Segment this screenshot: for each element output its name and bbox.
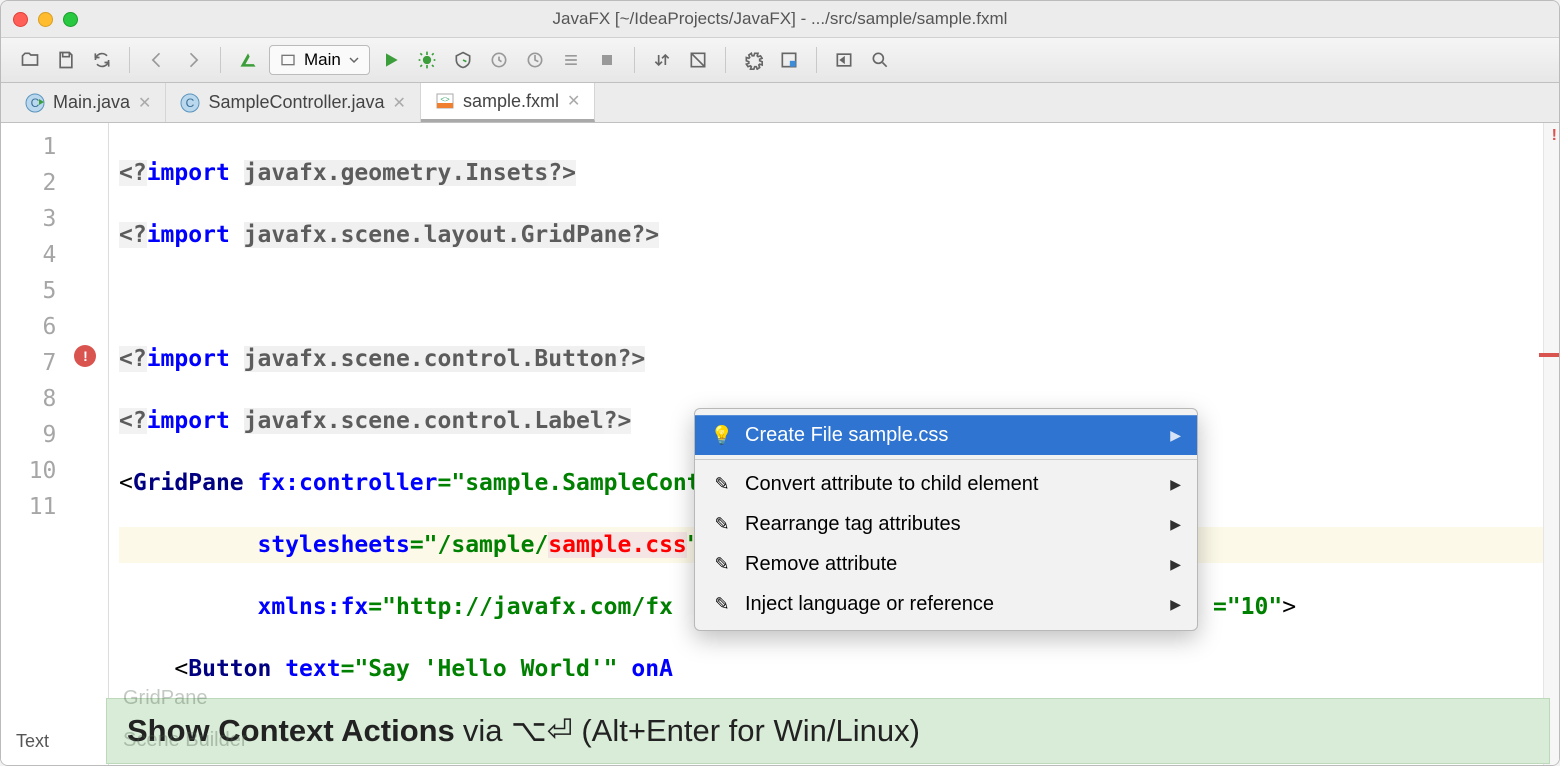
intention-icon: ✎ bbox=[711, 594, 733, 615]
close-icon[interactable]: ✕ bbox=[567, 91, 580, 111]
close-icon[interactable]: ✕ bbox=[138, 93, 151, 113]
ghost-text: GridPane bbox=[123, 687, 208, 710]
intention-icon: ✎ bbox=[711, 474, 733, 495]
svg-text:C: C bbox=[186, 96, 195, 110]
run-config-dropdown[interactable]: Main bbox=[269, 45, 370, 75]
error-indicator-icon[interactable]: ! bbox=[1552, 127, 1557, 145]
vcs-update-icon[interactable] bbox=[647, 45, 677, 75]
zoom-icon[interactable] bbox=[63, 12, 78, 27]
tab-label: SampleController.java bbox=[208, 92, 384, 113]
structure-icon[interactable] bbox=[774, 45, 804, 75]
open-icon[interactable] bbox=[15, 45, 45, 75]
gutter: 123 456 789 1011 ! bbox=[1, 123, 109, 765]
tab-label: Main.java bbox=[53, 92, 130, 113]
menu-label: Create File sample.css bbox=[745, 424, 948, 447]
save-icon[interactable] bbox=[51, 45, 81, 75]
back-icon[interactable] bbox=[142, 45, 172, 75]
class-icon: C bbox=[180, 93, 200, 113]
error-bulb-icon[interactable]: ! bbox=[74, 345, 96, 367]
window-title: JavaFX [~/IdeaProjects/JavaFX] - .../src… bbox=[1, 9, 1559, 29]
stop-icon[interactable] bbox=[592, 45, 622, 75]
banner-shortcut: via ⌥⏎ (Alt+Enter for Win/Linux) bbox=[463, 713, 920, 749]
intention-icon: ✎ bbox=[711, 514, 733, 535]
tab-sample-fxml[interactable]: <> sample.fxml ✕ bbox=[421, 83, 595, 122]
coverage-icon[interactable] bbox=[448, 45, 478, 75]
menu-label: Rearrange tag attributes bbox=[745, 513, 961, 536]
tab-label: sample.fxml bbox=[463, 91, 559, 112]
fxml-icon: <> bbox=[435, 91, 455, 111]
profile-icon[interactable] bbox=[484, 45, 514, 75]
menu-inject-language[interactable]: ✎ Inject language or reference ▶ bbox=[695, 584, 1197, 624]
menu-label: Remove attribute bbox=[745, 553, 897, 576]
svg-text:<>: <> bbox=[440, 95, 450, 104]
titlebar: JavaFX [~/IdeaProjects/JavaFX] - .../src… bbox=[1, 1, 1559, 37]
error-line-mark[interactable] bbox=[1539, 353, 1559, 357]
menu-remove-attribute[interactable]: ✎ Remove attribute ▶ bbox=[695, 544, 1197, 584]
main-toolbar: Main bbox=[1, 37, 1559, 83]
menu-convert-attribute[interactable]: ✎ Convert attribute to child element ▶ bbox=[695, 464, 1197, 504]
intention-icon: ✎ bbox=[711, 554, 733, 575]
bottom-tab-text[interactable]: Text bbox=[16, 731, 49, 752]
search-icon[interactable] bbox=[865, 45, 895, 75]
tab-sample-controller[interactable]: C SampleController.java ✕ bbox=[166, 83, 421, 122]
svg-text:C: C bbox=[31, 96, 40, 110]
run-icon[interactable] bbox=[376, 45, 406, 75]
window-controls bbox=[13, 12, 78, 27]
debug-icon[interactable] bbox=[412, 45, 442, 75]
ide-window: JavaFX [~/IdeaProjects/JavaFX] - .../src… bbox=[0, 0, 1560, 766]
chevron-right-icon: ▶ bbox=[1170, 427, 1181, 444]
refresh-icon[interactable] bbox=[87, 45, 117, 75]
chevron-right-icon: ▶ bbox=[1170, 516, 1181, 533]
tasks-icon[interactable] bbox=[556, 45, 586, 75]
tab-main-java[interactable]: C Main.java ✕ bbox=[11, 83, 166, 122]
attach-icon[interactable] bbox=[520, 45, 550, 75]
context-actions-menu: 💡 Create File sample.css ▶ ✎ Convert att… bbox=[694, 408, 1198, 631]
chevron-right-icon: ▶ bbox=[1170, 596, 1181, 613]
hint-banner: GridPane Scene Builder Show Context Acti… bbox=[106, 698, 1550, 764]
editor-tabs: C Main.java ✕ C SampleController.java ✕ … bbox=[1, 83, 1559, 123]
ghost-text: Scene Builder bbox=[123, 729, 248, 752]
line-numbers: 123 456 789 1011 bbox=[1, 123, 70, 765]
chevron-right-icon: ▶ bbox=[1170, 556, 1181, 573]
menu-label: Inject language or reference bbox=[745, 593, 994, 616]
close-icon[interactable] bbox=[13, 12, 28, 27]
menu-rearrange-attributes[interactable]: ✎ Rearrange tag attributes ▶ bbox=[695, 504, 1197, 544]
build-icon[interactable] bbox=[233, 45, 263, 75]
minimize-icon[interactable] bbox=[38, 12, 53, 27]
chevron-right-icon: ▶ bbox=[1170, 476, 1181, 493]
close-icon[interactable]: ✕ bbox=[393, 93, 406, 113]
menu-label: Convert attribute to child element bbox=[745, 473, 1039, 496]
bulb-icon: 💡 bbox=[711, 425, 733, 446]
settings-icon[interactable] bbox=[738, 45, 768, 75]
forward-icon[interactable] bbox=[178, 45, 208, 75]
class-icon: C bbox=[25, 93, 45, 113]
menu-create-file[interactable]: 💡 Create File sample.css ▶ bbox=[695, 415, 1197, 455]
error-stripe[interactable]: ! bbox=[1543, 123, 1559, 765]
vcs-commit-icon[interactable] bbox=[683, 45, 713, 75]
run-config-label: Main bbox=[304, 50, 341, 70]
run-anything-icon[interactable] bbox=[829, 45, 859, 75]
